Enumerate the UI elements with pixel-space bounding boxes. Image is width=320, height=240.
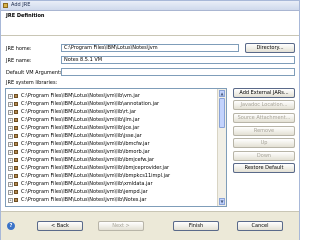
jar-icon [14,134,18,138]
list-item[interactable]: + C:\Program Files\IBM\Lotus\Notes\jvm\l… [6,117,216,123]
list-item[interactable]: + C:\Program Files\IBM\Lotus\Notes\jvm\l… [6,181,216,187]
library-path: C:\Program Files\IBM\Lotus\Notes\jvm\lib… [21,173,171,179]
finish-button[interactable]: Finish [173,221,219,231]
expand-icon[interactable]: + [8,198,13,203]
library-path: C:\Program Files\IBM\Lotus\Notes\jvm\lib… [21,141,150,147]
expand-icon[interactable]: + [8,158,13,163]
javadoc-location-button[interactable]: Javadoc Location... [233,100,295,110]
scroll-up-icon[interactable]: ▲ [219,90,225,97]
expand-icon[interactable]: + [8,110,13,115]
jar-icon [14,182,18,186]
jar-icon [14,94,18,98]
jre-name-label: JRE name: [6,58,32,64]
jar-icon [14,150,18,154]
library-path: C:\Program Files\IBM\Lotus\Notes\jvm\lib… [21,189,148,195]
jar-icon [14,126,18,130]
list-item[interactable]: + C:\Program Files\IBM\Lotus\Notes\jvm\l… [6,101,216,107]
jre-home-field[interactable]: C:\Program Files\IBM\Lotus\Notes\jvm [61,44,239,52]
window-title: Add JRE [11,2,31,8]
library-path: C:\Program Files\IBM\Lotus\Notes\jvm\lib… [21,149,150,155]
dialog-footer: ? < Back Next > Finish Cancel [1,212,299,240]
jar-icon [14,102,18,106]
list-item[interactable]: + C:\Program Files\IBM\Lotus\Notes\jvm\l… [6,149,216,155]
list-item[interactable]: + C:\Program Files\IBM\Lotus\Notes\jvm\l… [6,189,216,195]
default-vm-args-field[interactable] [61,68,295,76]
jar-icon [14,142,18,146]
jar-icon [14,110,18,114]
library-path: C:\Program Files\IBM\Lotus\Notes\jvm\lib… [21,125,140,131]
expand-icon[interactable]: + [8,174,13,179]
banner-title: JRE Definition [6,13,45,19]
back-button[interactable]: < Back [37,221,83,231]
library-path: C:\Program Files\IBM\Lotus\Notes\jvm\lib… [21,117,140,123]
list-item[interactable]: + C:\Program Files\IBM\Lotus\Notes\jvm\l… [6,197,216,203]
list-item[interactable]: + C:\Program Files\IBM\Lotus\Notes\jvm\l… [6,133,216,139]
library-path: C:\Program Files\IBM\Lotus\Notes\jvm\lib… [21,165,170,171]
directory-button[interactable]: Directory... [245,43,295,53]
expand-icon[interactable]: + [8,190,13,195]
next-button[interactable]: Next > [98,221,144,231]
jar-icon [14,118,18,122]
expand-icon[interactable]: + [8,102,13,107]
help-icon[interactable]: ? [7,222,15,230]
list-item[interactable]: + C:\Program Files\IBM\Lotus\Notes\jvm\l… [6,93,216,99]
list-item[interactable]: + C:\Program Files\IBM\Lotus\Notes\jvm\l… [6,125,216,131]
expand-icon[interactable]: + [8,134,13,139]
jar-icon [14,190,18,194]
jre-home-label: JRE home: [6,46,32,52]
list-item[interactable]: + C:\Program Files\IBM\Lotus\Notes\jvm\l… [6,165,216,171]
jar-icon [14,158,18,162]
source-attachment-button[interactable]: Source Attachment... [233,113,295,123]
scroll-down-icon[interactable]: ▼ [219,198,225,205]
jar-icon [14,198,18,202]
expand-icon[interactable]: + [8,126,13,131]
expand-icon[interactable]: + [8,182,13,187]
app-icon [3,3,8,8]
jre-name-field[interactable]: Notes 8.5.1 VM [61,56,295,64]
expand-icon[interactable]: + [8,150,13,155]
library-path: C:\Program Files\IBM\Lotus\Notes\jvm\lib… [21,181,153,187]
title-bar[interactable]: Add JRE [1,1,299,11]
expand-icon[interactable]: + [8,142,13,147]
up-button[interactable]: Up [233,138,295,148]
list-item[interactable]: + C:\Program Files\IBM\Lotus\Notes\jvm\l… [6,173,216,179]
expand-icon[interactable]: + [8,166,13,171]
library-path: C:\Program Files\IBM\Lotus\Notes\jvm\lib… [21,93,140,99]
restore-default-button[interactable]: Restore Default [233,163,295,173]
system-libraries-list[interactable]: + C:\Program Files\IBM\Lotus\Notes\jvm\l… [5,88,227,207]
library-path: C:\Program Files\IBM\Lotus\Notes\jvm\lib… [21,109,137,115]
wizard-banner: JRE Definition [1,11,299,36]
library-path: C:\Program Files\IBM\Lotus\Notes\jvm\lib… [21,101,160,107]
jar-icon [14,166,18,170]
jar-icon [14,174,18,178]
expand-icon[interactable]: + [8,94,13,99]
list-scrollbar[interactable]: ▲ ▼ [217,89,226,206]
list-item[interactable]: + C:\Program Files\IBM\Lotus\Notes\jvm\l… [6,109,216,115]
list-item[interactable]: + C:\Program Files\IBM\Lotus\Notes\jvm\l… [6,157,216,163]
expand-icon[interactable]: + [8,118,13,123]
default-vm-args-label: Default VM Arguments: [6,70,65,76]
library-path: C:\Program Files\IBM\Lotus\Notes\jvm\lib… [21,197,147,203]
down-button[interactable]: Down [233,151,295,161]
add-external-jars-button[interactable]: Add External JARs... [233,88,295,98]
remove-button[interactable]: Remove [233,126,295,136]
system-libraries-label: JRE system libraries: [6,80,58,86]
library-path: C:\Program Files\IBM\Lotus\Notes\jvm\lib… [21,157,154,163]
list-item[interactable]: + C:\Program Files\IBM\Lotus\Notes\jvm\l… [6,141,216,147]
scroll-thumb[interactable] [219,98,225,128]
add-jre-dialog: Add JRE JRE Definition JRE home: C:\Prog… [0,0,300,240]
library-path: C:\Program Files\IBM\Lotus\Notes\jvm\lib… [21,133,142,139]
cancel-button[interactable]: Cancel [237,221,283,231]
